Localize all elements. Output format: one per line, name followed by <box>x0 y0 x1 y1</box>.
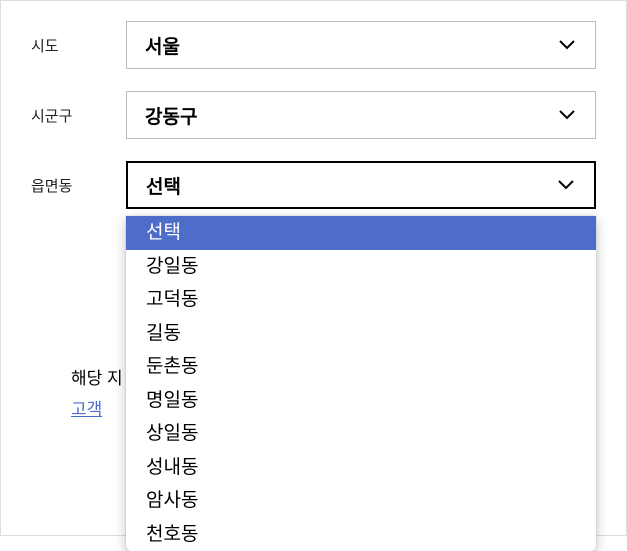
form-row: 시도 서울 <box>31 21 596 69</box>
select-box[interactable]: 서울 <box>126 21 596 69</box>
dropdown-option[interactable]: 천호동 <box>126 518 596 551</box>
info-text: 해당 지 고객 <box>71 364 123 425</box>
chevron-down-icon <box>557 35 577 55</box>
dropdown-option[interactable]: 상일동 <box>126 417 596 451</box>
select-box[interactable]: 강동구 <box>126 91 596 139</box>
dropdown-option[interactable]: 고덕동 <box>126 283 596 317</box>
select-value: 선택 <box>146 172 181 199</box>
form-label: 시도 <box>31 35 126 56</box>
chevron-down-icon <box>556 175 576 195</box>
customer-link[interactable]: 고객 <box>71 400 102 419</box>
form-row: 읍면동 선택 <box>31 161 596 209</box>
dropdown-option[interactable]: 둔촌동 <box>126 350 596 384</box>
dropdown-option[interactable]: 선택 <box>126 216 596 250</box>
dropdown-option[interactable]: 암사동 <box>126 484 596 518</box>
select-value: 강동구 <box>145 102 197 129</box>
form-label: 시군구 <box>31 105 126 126</box>
address-form: 시도서울시군구강동구읍면동선택 <box>1 1 626 251</box>
dropdown-option[interactable]: 명일동 <box>126 384 596 418</box>
dropdown-option[interactable]: 강일동 <box>126 250 596 284</box>
select-box[interactable]: 선택 <box>126 161 596 209</box>
form-label: 읍면동 <box>31 175 126 196</box>
chevron-down-icon <box>557 105 577 125</box>
dropdown-option[interactable]: 길동 <box>126 317 596 351</box>
dropdown-option[interactable]: 성내동 <box>126 451 596 485</box>
info-line1: 해당 지 <box>71 369 123 388</box>
select-value: 서울 <box>145 32 180 59</box>
dong-dropdown-list: 선택강일동고덕동길동둔촌동명일동상일동성내동암사동천호동 <box>126 216 596 551</box>
form-row: 시군구 강동구 <box>31 91 596 139</box>
